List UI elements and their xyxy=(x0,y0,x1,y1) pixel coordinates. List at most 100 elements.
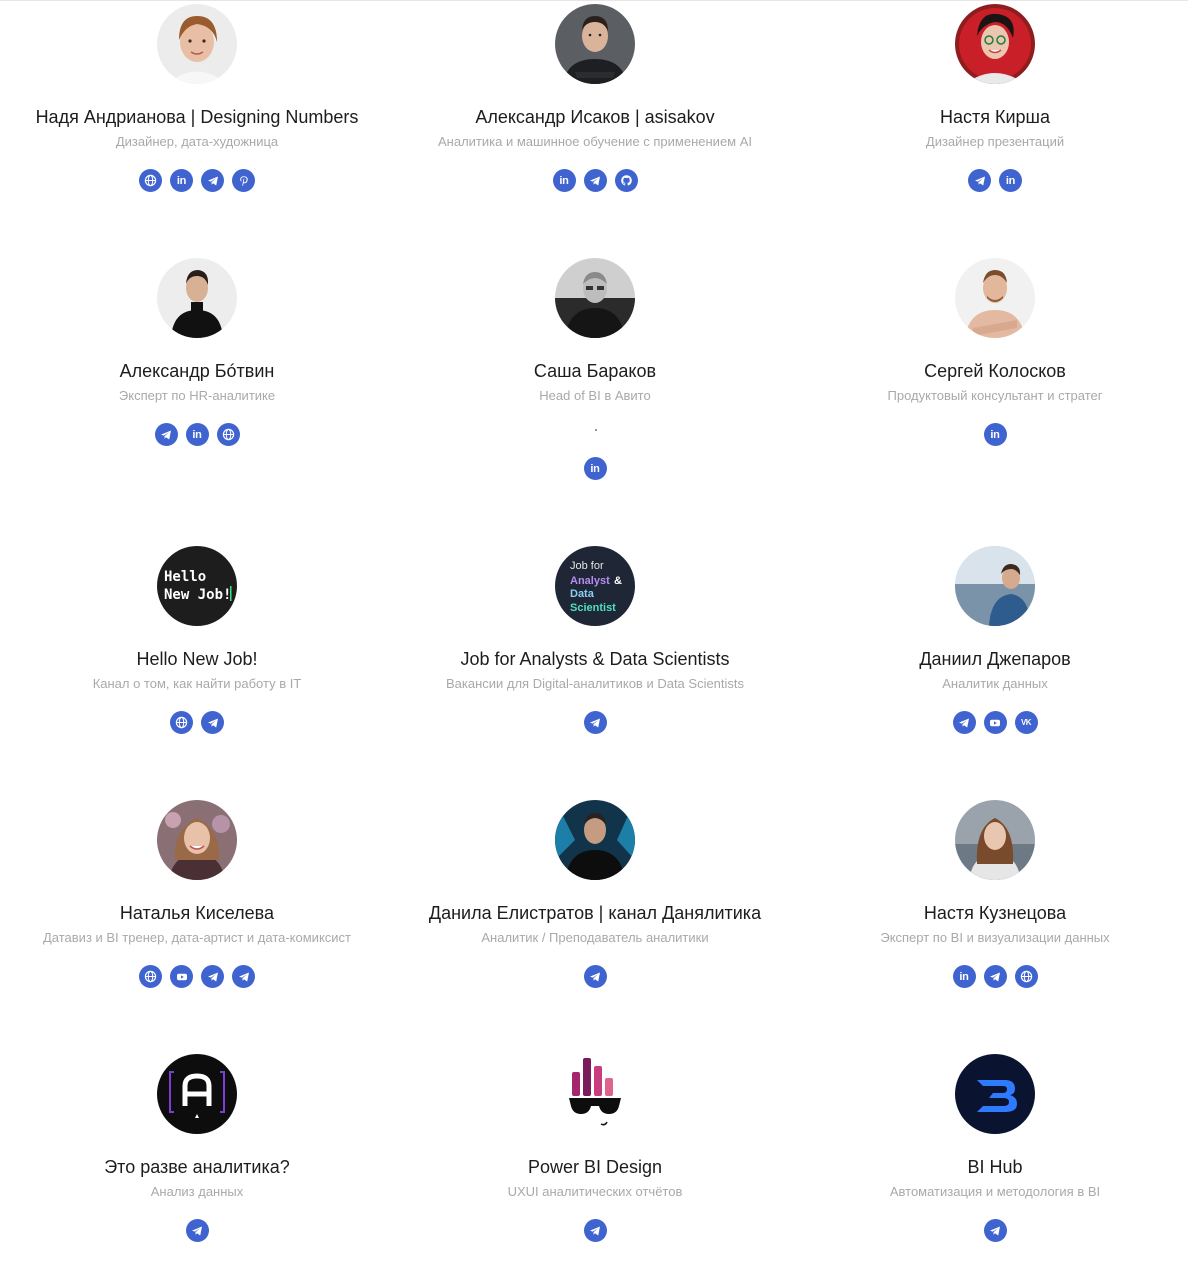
youtube-icon[interactable] xyxy=(983,711,1007,734)
person-description: UXUI аналитических отчётов xyxy=(507,1184,683,1199)
avatar xyxy=(157,800,237,880)
avatar xyxy=(955,546,1035,626)
web-icon[interactable] xyxy=(1014,965,1038,988)
social-links xyxy=(396,711,794,734)
channel-logo xyxy=(157,1054,237,1134)
web-icon[interactable] xyxy=(139,169,162,192)
logo-line-2: New Job! xyxy=(164,587,231,603)
avatar xyxy=(555,800,635,880)
person-card-koloskov: Сергей Колосков Продуктовый консультант … xyxy=(796,258,1188,446)
telegram-icon[interactable] xyxy=(583,1219,607,1242)
person-description: Аналитика и машинное обучение с применен… xyxy=(437,134,753,149)
linkedin-icon[interactable]: in xyxy=(983,423,1007,446)
person-description: Датавиз и BI тренер, дата-артист и дата-… xyxy=(42,930,351,945)
person-description: Автоматизация и методология в BI xyxy=(889,1184,1101,1199)
person-description: Эксперт по BI и визуализации данных xyxy=(880,930,1110,945)
linkedin-icon[interactable]: in xyxy=(952,965,976,988)
channel-logo: Hello New Job! xyxy=(157,546,237,626)
pinterest-icon[interactable] xyxy=(232,169,255,192)
person-description: Продуктовый консультант и стратег xyxy=(887,388,1103,403)
logo-line-4: Data xyxy=(570,588,595,600)
person-name: Александр Бóтвин xyxy=(119,361,275,381)
person-card-kiseleva: Наталья Киселева Датавиз и BI тренер, да… xyxy=(0,800,396,988)
linkedin-icon[interactable]: in xyxy=(999,169,1022,192)
social-links: in xyxy=(0,423,396,446)
person-card-barakov: Саша Бараков Head of BI в Авито in xyxy=(396,258,794,480)
person-name: Power BI Design xyxy=(527,1157,663,1177)
person-card-power-bi-design: Power BI Design UXUI аналитических отчёт… xyxy=(396,1054,794,1242)
person-description: Канал о том, как найти работу в IT xyxy=(92,676,302,691)
avatar xyxy=(555,258,635,338)
person-name: Job for Analysts & Data Scientists xyxy=(460,649,730,669)
person-name: Настя Кузнецова xyxy=(923,903,1067,923)
logo-line-2: Analyst xyxy=(570,575,610,587)
person-card-botvin: Александр Бóтвин Эксперт по HR-аналитике… xyxy=(0,258,396,446)
telegram-icon[interactable] xyxy=(583,965,607,988)
person-name: Сергей Колосков xyxy=(924,361,1066,381)
social-links: in xyxy=(0,169,396,192)
person-description: Дизайнер презентаций xyxy=(925,134,1065,149)
person-description: Аналитик данных xyxy=(942,676,1048,691)
social-links xyxy=(0,711,396,734)
social-links xyxy=(0,1219,396,1242)
telegram-icon[interactable] xyxy=(154,423,178,446)
person-card-kirsha: Настя Кирша Дизайнер презентаций in xyxy=(796,4,1188,192)
telegram-icon[interactable] xyxy=(583,711,607,734)
social-links: VK xyxy=(796,711,1188,734)
person-name: Наталья Киселева xyxy=(119,903,275,923)
person-card-hello-new-job: Hello New Job! Hello New Job! Канал о то… xyxy=(0,546,396,734)
avatar xyxy=(955,4,1035,84)
person-description: Дизайнер, дата-художница xyxy=(115,134,279,149)
web-icon[interactable] xyxy=(170,711,193,734)
telegram-icon[interactable] xyxy=(201,965,224,988)
github-icon[interactable] xyxy=(614,169,638,192)
logo-line-3: & xyxy=(614,575,622,587)
telegram-icon[interactable] xyxy=(952,711,976,734)
person-name: BI Hub xyxy=(967,1157,1023,1177)
web-icon[interactable] xyxy=(216,423,240,446)
telegram-icon[interactable] xyxy=(232,965,255,988)
social-links: in xyxy=(796,169,1188,192)
person-card-kuznetsova: Настя Кузнецова Эксперт по BI и визуализ… xyxy=(796,800,1188,988)
linkedin-icon[interactable]: in xyxy=(170,169,193,192)
person-description: Анализ данных xyxy=(150,1184,244,1199)
telegram-icon[interactable] xyxy=(201,711,224,734)
logo-line-1: Job for xyxy=(570,560,604,572)
social-links xyxy=(396,1219,794,1242)
avatar xyxy=(157,4,237,84)
telegram-icon[interactable] xyxy=(583,169,607,192)
youtube-icon[interactable] xyxy=(170,965,193,988)
linkedin-icon[interactable]: in xyxy=(583,457,607,480)
dot-marker xyxy=(595,429,597,431)
telegram-icon[interactable] xyxy=(983,965,1007,988)
web-icon[interactable] xyxy=(139,965,162,988)
linkedin-icon[interactable]: in xyxy=(185,423,209,446)
person-description: Head of BI в Авито xyxy=(539,388,651,403)
avatar xyxy=(955,258,1035,338)
social-links: in xyxy=(796,965,1188,988)
person-name: Данила Елистратов | канал Данялитика xyxy=(428,903,762,923)
person-name: Саша Бараков xyxy=(533,361,657,381)
social-links xyxy=(396,965,794,988)
person-card-dzheparov: Даниил Джепаров Аналитик данных VK xyxy=(796,546,1188,734)
top-divider xyxy=(0,0,1188,1)
channel-logo xyxy=(955,1054,1035,1134)
avatar xyxy=(555,4,635,84)
person-name: Даниил Джепаров xyxy=(919,649,1071,669)
channel-logo: Job for Analyst & Data Scientist xyxy=(555,546,635,626)
telegram-icon[interactable] xyxy=(185,1219,209,1242)
person-card-isakov: Александр Исаков | asisakov Аналитика и … xyxy=(396,4,794,192)
person-name: Hello New Job! xyxy=(136,649,258,669)
person-card-elistratov: Данила Елистратов | канал Данялитика Ана… xyxy=(396,800,794,988)
telegram-icon[interactable] xyxy=(968,169,991,192)
person-name: Настя Кирша xyxy=(939,107,1050,127)
vk-icon[interactable]: VK xyxy=(1014,711,1038,734)
telegram-icon[interactable] xyxy=(201,169,224,192)
channel-logo xyxy=(555,1054,635,1134)
social-links: in xyxy=(396,169,794,192)
person-card-eto-razve-analitika: Это разве аналитика? Анализ данных xyxy=(0,1054,396,1242)
logo-line-1: Hello xyxy=(164,569,206,585)
telegram-icon[interactable] xyxy=(983,1219,1007,1242)
person-name: Александр Исаков | asisakov xyxy=(475,107,715,127)
linkedin-icon[interactable]: in xyxy=(552,169,576,192)
